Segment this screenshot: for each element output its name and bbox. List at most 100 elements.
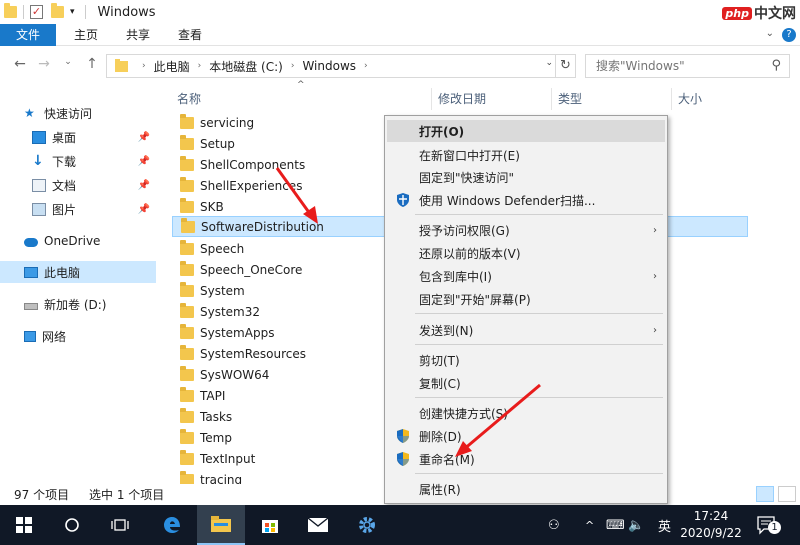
- chevron-up-icon[interactable]: ^: [585, 505, 594, 545]
- column-divider[interactable]: [671, 88, 672, 110]
- menu-item-grant-access[interactable]: 授予访问权限(G) ›: [387, 219, 665, 241]
- tab-view[interactable]: 查看: [164, 24, 216, 46]
- divider: [84, 5, 86, 19]
- status-bar: 97 个项目 选中 1 个项目: [0, 484, 800, 504]
- folder-icon: [180, 470, 194, 484]
- navigation-pane: ★ 快速访问 桌面 📌 ↓ 下载 📌 文档 📌 图片 📌 OneDrive 此电…: [0, 90, 158, 480]
- column-divider[interactable]: [431, 88, 432, 110]
- menu-divider: [415, 397, 663, 398]
- pin-icon[interactable]: 📌: [138, 156, 150, 167]
- menu-item-defender-scan[interactable]: 使用 Windows Defender扫描...: [387, 189, 665, 211]
- window-title: Windows: [97, 4, 156, 20]
- sidebar-item-documents[interactable]: 文档 📌: [0, 174, 156, 196]
- ribbon-controls: ⌄ ?: [766, 28, 796, 42]
- notification-count: 1: [768, 521, 781, 534]
- store-button[interactable]: [246, 505, 294, 545]
- pin-icon[interactable]: 📌: [138, 204, 150, 215]
- column-header-type[interactable]: 类型: [558, 88, 582, 110]
- menu-item-send-to[interactable]: 发送到(N) ›: [387, 319, 665, 341]
- folder-icon: [180, 365, 194, 381]
- chevron-right-icon: ›: [653, 270, 657, 282]
- uac-shield-icon: [397, 452, 409, 466]
- up-arrow-icon[interactable]: ↑: [82, 56, 102, 72]
- task-view-button[interactable]: [96, 505, 144, 545]
- back-arrow-icon[interactable]: ←: [10, 56, 30, 72]
- star-icon: ★: [24, 105, 35, 120]
- folder-icon: [180, 239, 194, 255]
- menu-item-restore-versions[interactable]: 还原以前的版本(V): [387, 242, 665, 264]
- cortana-button[interactable]: [48, 505, 96, 545]
- breadcrumb-windows[interactable]: Windows: [302, 59, 356, 73]
- help-icon[interactable]: ?: [782, 28, 796, 42]
- column-header-modified[interactable]: 修改日期: [438, 88, 486, 110]
- sidebar-item-desktop[interactable]: 桌面 📌: [0, 126, 156, 148]
- large-icons-view-icon[interactable]: [778, 486, 796, 502]
- volume-icon[interactable]: 🔈: [628, 505, 644, 545]
- menu-item-open[interactable]: 打开(O): [387, 120, 665, 142]
- desktop-icon: [32, 130, 46, 144]
- menu-divider: [415, 473, 663, 474]
- sidebar-item-network[interactable]: 网络: [0, 325, 156, 347]
- chevron-down-icon[interactable]: ⌄: [766, 28, 774, 42]
- clock[interactable]: 17:24 2020/9/22: [674, 508, 748, 542]
- address-bar[interactable]: › 此电脑 › 本地磁盘 (C:) › Windows › ⌄ ↻: [106, 54, 576, 78]
- brand-text: 中文网: [754, 6, 796, 22]
- notification-center-button[interactable]: 1: [756, 515, 781, 538]
- folder-icon: [211, 516, 231, 532]
- forward-arrow-icon[interactable]: →: [34, 56, 54, 72]
- ime-indicator[interactable]: 英: [658, 505, 671, 545]
- menu-item-cut[interactable]: 剪切(T): [387, 349, 665, 371]
- menu-item-copy[interactable]: 复制(C): [387, 372, 665, 394]
- edge-button[interactable]: [148, 505, 196, 545]
- windows-logo-icon: [16, 517, 32, 533]
- properties-quick-icon[interactable]: ✓: [30, 5, 43, 19]
- column-header-name[interactable]: 名称: [177, 88, 201, 110]
- settings-button[interactable]: [343, 505, 391, 545]
- computer-icon: [24, 266, 38, 278]
- column-header-size[interactable]: 大小: [678, 88, 702, 110]
- chevron-right-icon[interactable]: ›: [198, 61, 202, 71]
- sidebar-item-drive-d[interactable]: 新加卷 (D:): [0, 293, 156, 315]
- pin-icon[interactable]: 📌: [138, 132, 150, 143]
- menu-item-pin-quick-access[interactable]: 固定到"快速访问": [387, 166, 665, 188]
- refresh-icon[interactable]: ↻: [555, 55, 575, 77]
- clock-time: 17:24: [693, 509, 729, 523]
- chevron-right-icon[interactable]: ›: [291, 61, 295, 71]
- tab-share[interactable]: 共享: [112, 24, 164, 46]
- tab-file[interactable]: 文件: [0, 24, 57, 46]
- file-explorer-button[interactable]: [197, 505, 245, 545]
- sidebar-item-pictures[interactable]: 图片 📌: [0, 198, 156, 220]
- menu-item-create-shortcut[interactable]: 创建快捷方式(S): [387, 402, 665, 424]
- pin-icon[interactable]: 📌: [138, 180, 150, 191]
- column-divider[interactable]: [551, 88, 552, 110]
- menu-item-open-new-window[interactable]: 在新窗口中打开(E): [387, 144, 665, 166]
- document-icon: [32, 178, 46, 192]
- menu-item-include-library[interactable]: 包含到库中(I) ›: [387, 265, 665, 287]
- chevron-down-icon[interactable]: ▾: [70, 7, 75, 17]
- people-icon[interactable]: ⚇: [548, 505, 560, 545]
- picture-icon: [32, 202, 46, 216]
- sidebar-item-this-pc[interactable]: 此电脑: [0, 261, 156, 283]
- sidebar-item-onedrive[interactable]: OneDrive: [0, 230, 156, 252]
- tab-home[interactable]: 主页: [56, 24, 112, 46]
- breadcrumb-local-disk[interactable]: 本地磁盘 (C:): [209, 58, 283, 75]
- sidebar-item-quick-access[interactable]: ★ 快速访问: [0, 102, 156, 124]
- start-button[interactable]: [0, 505, 48, 545]
- folder-icon: [181, 217, 195, 233]
- network-status-icon[interactable]: ⌨: [606, 505, 625, 545]
- details-view-icon[interactable]: [756, 486, 774, 502]
- menu-item-rename[interactable]: 重命名(M): [387, 448, 665, 470]
- menu-item-pin-start[interactable]: 固定到"开始"屏幕(P): [387, 288, 665, 310]
- mail-button[interactable]: [294, 505, 342, 545]
- chevron-right-icon[interactable]: ›: [364, 61, 368, 71]
- search-input[interactable]: [596, 59, 766, 73]
- sidebar-item-downloads[interactable]: ↓ 下载 📌: [0, 150, 156, 172]
- search-box[interactable]: ⚲: [585, 54, 790, 78]
- breadcrumb-this-pc[interactable]: 此电脑: [154, 58, 190, 75]
- menu-item-delete[interactable]: 删除(D): [387, 425, 665, 447]
- new-folder-quick-icon[interactable]: [51, 3, 64, 18]
- chevron-down-icon[interactable]: ⌄: [545, 58, 553, 68]
- recent-dropdown-icon[interactable]: ⌄: [58, 57, 78, 67]
- chevron-right-icon[interactable]: ›: [142, 61, 146, 71]
- network-icon: [24, 330, 36, 342]
